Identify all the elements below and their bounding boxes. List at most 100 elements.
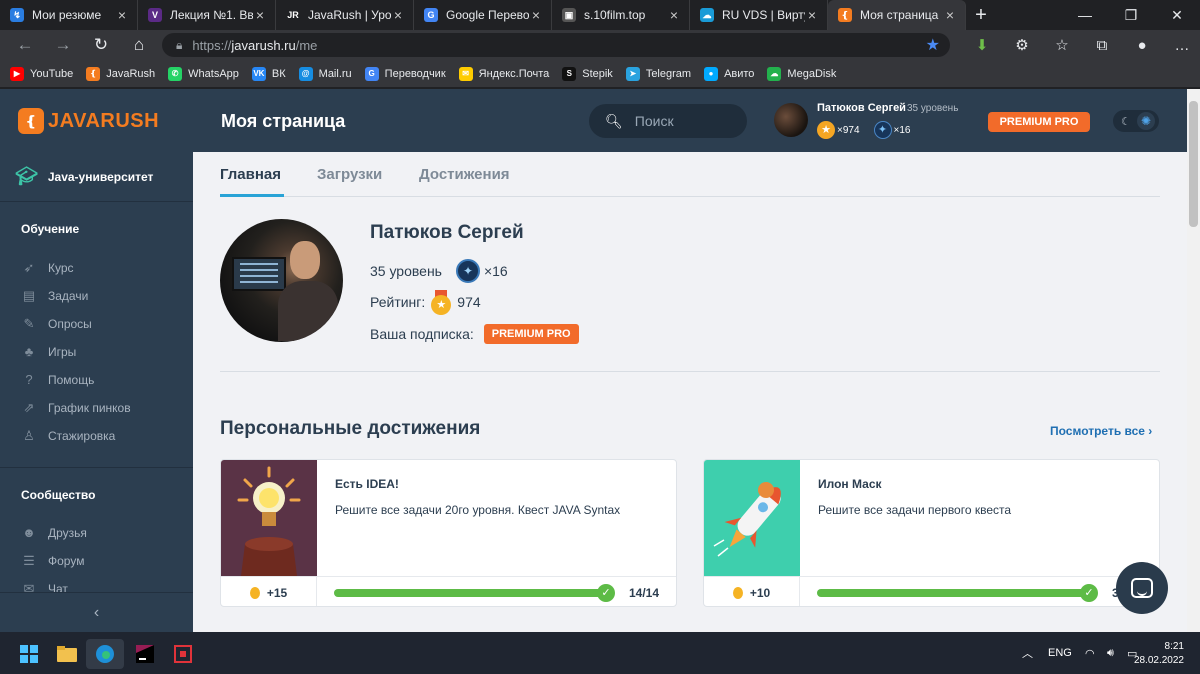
forward-icon[interactable]: → <box>44 30 82 60</box>
sidebar-item[interactable]: ? Помощь <box>21 372 94 387</box>
volume-icon[interactable]: 🔊︎ <box>1107 632 1114 674</box>
bookmark-item[interactable]: ➤ Telegram <box>625 66 691 81</box>
back-icon[interactable]: ← <box>6 30 44 60</box>
sidebar-item[interactable]: ▤ Задачи <box>21 288 88 304</box>
browser-tab[interactable]: ☁ RU VDS | Виртуа× <box>690 0 828 30</box>
bookmark-item[interactable]: ✉ Яндекс.Почта <box>458 66 549 81</box>
achievement-card[interactable]: Илон Маск Решите все задачи первого квес… <box>703 459 1160 607</box>
sun-icon: ✺ <box>1137 112 1155 130</box>
sidebar-item[interactable]: ☰ Форум <box>21 553 84 569</box>
close-tab-icon[interactable]: × <box>253 7 267 23</box>
premium-pro-button[interactable]: PREMIUM PRO <box>988 112 1090 132</box>
home-icon[interactable]: ⌂ <box>120 30 158 60</box>
header-user-name[interactable]: Патюков Сергей <box>817 102 906 114</box>
bookmark-item[interactable]: ✆ WhatsApp <box>168 66 239 81</box>
tray-chevron-icon[interactable]: ︿ <box>1022 632 1033 674</box>
achievements-title: Персональные достижения <box>220 418 481 439</box>
browser-tab[interactable]: ❴ Моя страница × <box>828 0 966 30</box>
browser-tab[interactable]: ↯ Мои резюме × <box>0 0 138 30</box>
close-tab-icon[interactable]: × <box>667 7 681 23</box>
subscription-badge[interactable]: PREMIUM PRO <box>483 324 579 344</box>
tab-favicon-icon: ↯ <box>10 8 24 22</box>
theme-toggle[interactable]: ☾ ✺ <box>1113 110 1159 132</box>
see-all-link[interactable]: Посмотреть все › <box>1050 424 1152 438</box>
browser-tab[interactable]: V Лекция №1. Вво × <box>138 0 276 30</box>
restore-icon[interactable]: ❐ <box>1108 0 1154 30</box>
sidebar-item[interactable]: ☻ Друзья <box>21 525 87 540</box>
tab-title: RU VDS | Виртуа <box>722 8 805 22</box>
new-tab-icon[interactable]: + <box>966 0 996 30</box>
sidebar-item[interactable]: ⇗ График пинков <box>21 400 131 416</box>
bookmark-item[interactable]: ❴ JavaRush <box>86 66 155 81</box>
close-tab-icon[interactable]: × <box>529 7 543 23</box>
header-user-level: 35 уровень <box>907 103 959 114</box>
bookmark-label: Авито <box>724 67 755 80</box>
browser-tab[interactable]: ▣ s.10film.top × <box>552 0 690 30</box>
bookmarks-bar: ▶ YouTube ❴ JavaRush ✆ WhatsApp VK ВК @ Mail.ru G П… <box>0 60 1200 88</box>
close-window-icon[interactable]: ✕ <box>1154 0 1200 30</box>
sidebar-item-label: Задачи <box>48 289 89 303</box>
windows-start-icon[interactable] <box>10 639 48 669</box>
bookmark-item[interactable]: S Stepik <box>562 66 613 81</box>
wifi-icon[interactable]: ◠ <box>1085 632 1095 674</box>
extension-download-icon[interactable]: ⬇ <box>962 30 1002 60</box>
sidebar-item[interactable]: ✎ Опросы <box>21 316 92 332</box>
browser-tab[interactable]: JR JavaRush | Урове× <box>276 0 414 30</box>
close-tab-icon[interactable]: × <box>943 7 957 23</box>
edge-browser-icon[interactable] <box>86 639 124 669</box>
header-gems: 16 <box>899 124 911 136</box>
rating-coin-icon: ★ <box>817 121 835 139</box>
sidebar-item[interactable]: ♙ Стажировка <box>21 428 115 444</box>
extensions-puzzle-icon[interactable]: ⚙ <box>1002 30 1042 60</box>
tab-achievements[interactable]: Достижения <box>419 166 510 183</box>
bookmark-item[interactable]: ▶ YouTube <box>10 66 73 81</box>
more-menu-icon[interactable]: … <box>1162 30 1200 60</box>
java-university-link[interactable]: 🎓︎ Java-университет <box>0 152 193 202</box>
bookmark-item[interactable]: ☁ MegaDisk <box>767 66 836 81</box>
sidebar-collapse-button[interactable]: ‹ <box>0 592 193 632</box>
sidebar-item-label: Друзья <box>48 525 87 540</box>
bookmark-item[interactable]: ● Авито <box>704 66 755 81</box>
favorites-icon[interactable]: ☆ <box>1042 30 1082 60</box>
address-bar-row: ← → ↻ ⌂ 🔒︎ https://javarush.ru/me ★ ⬇ ⚙ … <box>0 30 1200 60</box>
profile-icon[interactable]: ● <box>1122 30 1162 60</box>
close-tab-icon[interactable]: × <box>805 7 819 23</box>
profile-subscription-row: Ваша подписка: PREMIUM PRO <box>370 324 579 344</box>
bookmark-favicon-icon: ● <box>704 66 719 81</box>
sidebar-item[interactable]: ➶ Курс <box>21 260 74 276</box>
reload-icon[interactable]: ↻ <box>82 30 120 60</box>
url-field[interactable]: 🔒︎ https://javarush.ru/me ★ <box>162 33 950 57</box>
file-explorer-icon[interactable] <box>48 639 86 669</box>
search-input[interactable]: 🔍︎ Поиск <box>589 104 747 138</box>
app-icon[interactable] <box>164 639 202 669</box>
achievement-card[interactable]: Есть IDEA! Решите все задачи 20го уровня… <box>220 459 677 607</box>
tab-main[interactable]: Главная <box>220 166 281 183</box>
language-indicator[interactable]: ENG <box>1048 632 1072 674</box>
close-tab-icon[interactable]: × <box>115 7 129 23</box>
bookmark-item[interactable]: @ Mail.ru <box>298 66 352 81</box>
scrollbar[interactable] <box>1187 89 1200 632</box>
browser-tab[interactable]: G Google Перевод × <box>414 0 552 30</box>
check-icon: ✓ <box>1080 584 1098 602</box>
bookmark-item[interactable]: VK ВК <box>251 66 286 81</box>
close-tab-icon[interactable]: × <box>391 7 405 23</box>
medal-icon <box>249 586 260 599</box>
taskbar-clock[interactable]: 8:21 28.02.2022 <box>1134 640 1184 668</box>
sidebar-item[interactable]: ♣ Игры <box>21 344 77 359</box>
javarush-logo[interactable]: ❴ JAVARUSH <box>18 108 159 134</box>
support-chat-button[interactable] <box>1116 562 1168 614</box>
moon-icon: ☾ <box>1121 115 1131 128</box>
browser-tab-bar: ↯ Мои резюме × V Лекция №1. Вво × JR JavaRush |… <box>0 0 1200 30</box>
forum-icon: ☰ <box>23 553 35 568</box>
bookmark-favicon-icon: ☁ <box>767 66 782 81</box>
avatar[interactable] <box>774 103 808 137</box>
bookmark-star-icon[interactable]: ★ <box>926 35 940 55</box>
intellij-idea-icon[interactable] <box>126 639 164 669</box>
collections-icon[interactable]: ⧉ <box>1082 30 1122 60</box>
tab-downloads[interactable]: Загрузки <box>317 166 382 183</box>
achievement-count: 14/14 <box>629 586 660 600</box>
bookmark-item[interactable]: G Переводчик <box>364 66 446 81</box>
minimize-icon[interactable]: — <box>1062 0 1108 30</box>
profile-gems: ×16 <box>483 263 508 279</box>
gem-icon: ✦ <box>873 121 892 139</box>
